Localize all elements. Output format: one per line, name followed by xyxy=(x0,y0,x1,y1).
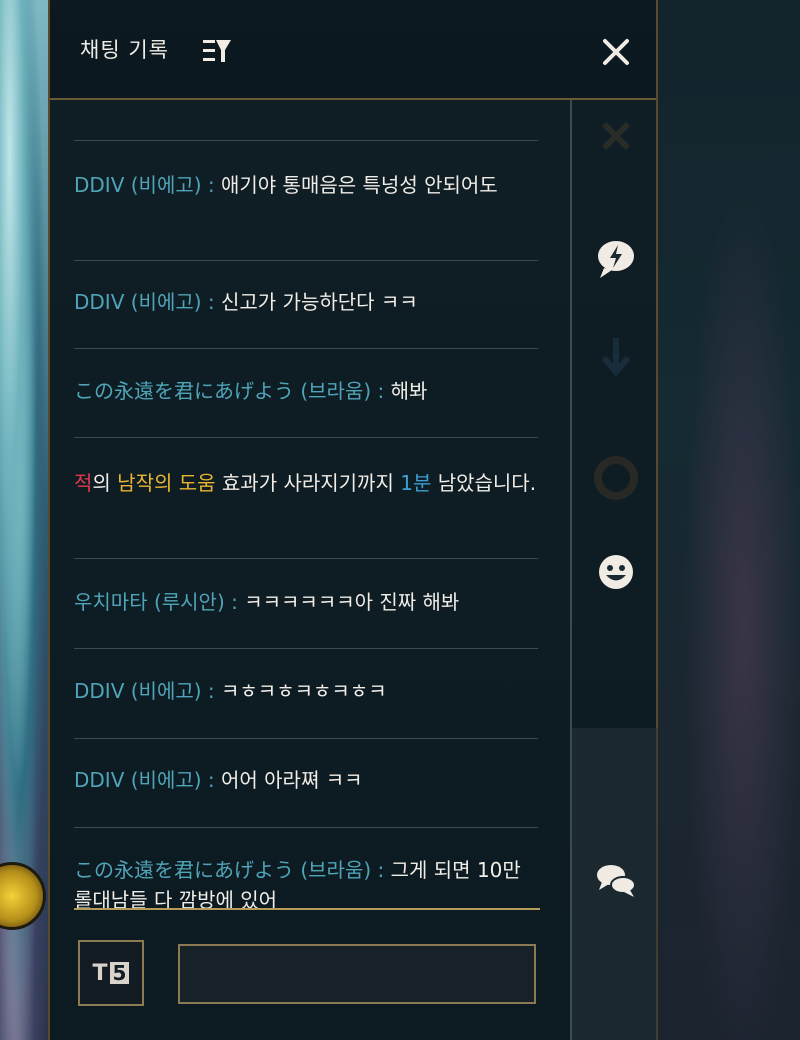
message-separator: : xyxy=(371,379,391,403)
message-divider xyxy=(74,738,538,739)
close-x-icon xyxy=(601,121,631,151)
message-divider xyxy=(74,558,538,559)
lifebuoy-icon xyxy=(594,456,638,500)
message-separator: : xyxy=(201,679,221,703)
message-divider xyxy=(74,827,538,828)
message-separator: : xyxy=(201,768,221,792)
arrow-down-icon xyxy=(601,338,631,377)
message-separator: : xyxy=(371,858,391,882)
message-divider xyxy=(74,140,538,141)
message-sender: 우치마타 (루시안) xyxy=(74,590,225,614)
message-text: 애기야 통매음은 특넝성 안되어도 xyxy=(221,173,498,197)
message-separator: : xyxy=(224,590,245,614)
system-buff-name: 남작의 도움 xyxy=(117,471,216,495)
message-text: 어어 아라쪄 ㅋㅋ xyxy=(221,768,363,792)
message-separator: : xyxy=(201,173,221,197)
message-text: ㅋㅋㅋㅋㅋㅋ아 진짜 해봐 xyxy=(244,590,460,614)
chat-input[interactable] xyxy=(178,944,536,1004)
message-separator: : xyxy=(201,290,221,314)
message-divider xyxy=(74,348,538,349)
chat-mode-button[interactable]: T5 xyxy=(78,940,144,1006)
chat-message: この永遠を君にあげよう (브라움) : 그게 되면 10만 롤대남들 다 깜방에… xyxy=(74,855,538,912)
chat-log-bottom-border xyxy=(74,908,540,910)
chat-sidebar xyxy=(570,100,658,1040)
message-sender: DDIV (비에고) xyxy=(74,290,202,314)
chat-message: この永遠を君にあげよう (브라움) : 해봐 xyxy=(74,376,538,406)
emote-icon[interactable] xyxy=(594,550,638,594)
chat-message: DDIV (비에고) : 애기야 통매음은 특넝성 안되어도 xyxy=(74,170,538,200)
system-text: 효과가 사라지기까지 xyxy=(215,471,401,495)
chat-history-panel: 채팅 기록 DDIV (비에고) : 애기야 통매음은 특넝성 안되어도 DDI… xyxy=(48,0,658,1040)
ping-icon[interactable] xyxy=(594,236,638,280)
chat-message: 우치마타 (루시안) : ㅋㅋㅋㅋㅋㅋ아 진짜 해봐 xyxy=(74,587,538,617)
chat-message: DDIV (비에고) : 어어 아라쪄 ㅋㅋ xyxy=(74,765,538,795)
panel-title: 채팅 기록 xyxy=(80,38,169,62)
message-sender: この永遠を君にあげよう (브라움) xyxy=(74,379,372,403)
message-text: 신고가 가능하단다 ㅋㅋ xyxy=(221,290,418,314)
system-message: 적의 남작의 도움 효과가 사라지기까지 1분 남았습니다. xyxy=(74,468,538,498)
message-text: ㅋㅎㅋㅎㅋㅎㅋㅎㅋ xyxy=(221,679,387,703)
filter-icon[interactable] xyxy=(202,38,232,64)
chat-message: DDIV (비에고) : ㅋㅎㅋㅎㅋㅎㅋㅎㅋ xyxy=(74,676,538,706)
message-text: 해봐 xyxy=(390,379,428,403)
close-icon[interactable] xyxy=(602,38,630,66)
system-time: 1분 xyxy=(400,471,432,495)
game-background-right xyxy=(658,0,800,1040)
chat-mode-label: T xyxy=(92,960,108,986)
chat-bubbles-icon[interactable] xyxy=(594,858,638,902)
message-sender: DDIV (비에고) xyxy=(74,768,202,792)
message-sender: DDIV (비에고) xyxy=(74,173,202,197)
system-text: 남았습니다. xyxy=(431,471,537,495)
message-sender: DDIV (비에고) xyxy=(74,679,202,703)
system-text: 의 xyxy=(92,471,118,495)
message-divider xyxy=(74,260,538,261)
chat-log[interactable]: DDIV (비에고) : 애기야 통매음은 특넝성 안되어도 DDIV (비에고… xyxy=(50,100,570,912)
chat-message: DDIV (비에고) : 신고가 가능하단다 ㅋㅋ xyxy=(74,287,538,317)
chat-mode-badge: 5 xyxy=(109,962,130,984)
panel-header: 채팅 기록 xyxy=(50,0,656,100)
message-sender: この永遠を君にあげよう (브라움) xyxy=(74,858,372,882)
system-enemy-text: 적 xyxy=(74,471,93,495)
message-divider xyxy=(74,648,538,649)
message-divider xyxy=(74,437,538,438)
